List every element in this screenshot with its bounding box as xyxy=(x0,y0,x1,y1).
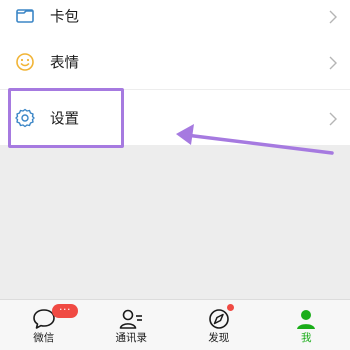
annotation-arrow-icon xyxy=(176,124,334,155)
tab-label: 通讯录 xyxy=(115,332,148,344)
tab-label: 我 xyxy=(301,332,312,344)
tab-label: 微信 xyxy=(33,332,55,344)
bottom-tab-bar: ··· 微信 通讯录 发现 我 xyxy=(0,299,350,350)
notification-dot xyxy=(227,304,234,311)
tab-chats[interactable]: ··· 微信 xyxy=(0,300,88,350)
card-wallet-icon xyxy=(14,5,36,27)
menu-item-label: 表情 xyxy=(50,55,79,71)
person-icon xyxy=(293,307,319,331)
compass-icon xyxy=(206,307,232,331)
tab-me[interactable]: 我 xyxy=(263,300,350,350)
chevron-right-icon xyxy=(328,55,338,69)
chevron-right-icon xyxy=(328,9,338,23)
tab-label: 发现 xyxy=(208,332,230,344)
menu-item-label: 卡包 xyxy=(50,9,79,25)
annotation-highlight-box xyxy=(8,88,124,148)
tab-discover[interactable]: 发现 xyxy=(175,300,263,350)
smiley-icon xyxy=(14,51,36,73)
contacts-icon xyxy=(118,307,144,331)
tab-contacts[interactable]: 通讯录 xyxy=(88,300,176,350)
unread-badge: ··· xyxy=(52,304,78,318)
menu-item-stickers[interactable]: 表情 xyxy=(0,34,350,89)
